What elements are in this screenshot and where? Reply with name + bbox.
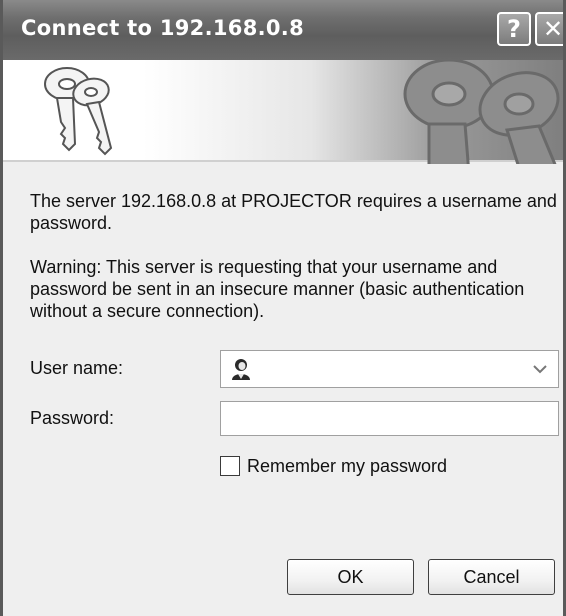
chevron-down-icon[interactable] [532, 362, 548, 376]
remember-password-checkbox[interactable] [220, 456, 240, 476]
username-combobox[interactable] [220, 350, 559, 388]
close-button[interactable]: ✕ [535, 12, 563, 46]
remember-password-label[interactable]: Remember my password [247, 456, 447, 477]
password-field[interactable] [220, 401, 559, 436]
warning-text: Warning: This server is requesting that … [30, 257, 525, 321]
password-label: Password: [30, 408, 115, 428]
title-bar[interactable]: Connect to 192.168.0.8 ? ✕ [3, 0, 563, 60]
login-dialog: Connect to 192.168.0.8 ? ✕ The server 19… [0, 0, 566, 616]
username-label: User name: [30, 358, 124, 378]
cancel-button[interactable]: Cancel [428, 559, 555, 595]
user-icon [232, 359, 250, 380]
window-title: Connect to 192.168.0.8 [21, 16, 304, 40]
keys-banner [3, 58, 563, 164]
help-button[interactable]: ? [497, 12, 531, 46]
keys-watermark-icon [403, 58, 560, 164]
ok-button[interactable]: OK [287, 559, 414, 595]
prompt-text: The server 192.168.0.8 at PROJECTOR requ… [30, 191, 557, 233]
keys-icon [44, 67, 113, 156]
